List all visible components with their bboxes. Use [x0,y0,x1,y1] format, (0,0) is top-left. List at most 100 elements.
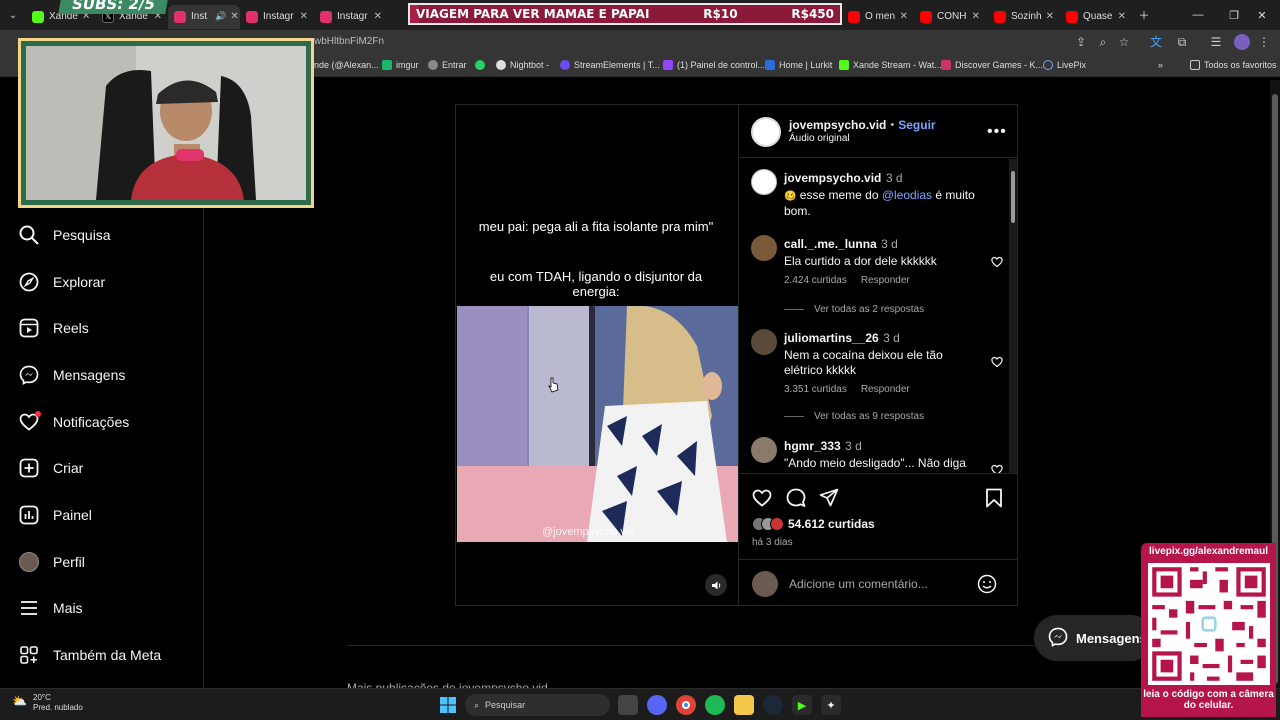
bookmark-item[interactable]: (1) Painel de control... [663,60,765,70]
speaker-icon[interactable]: 🔊 [215,11,226,22]
close-icon[interactable]: ✕ [896,11,908,22]
close-icon[interactable]: ✕ [296,11,308,22]
author-avatar[interactable] [751,117,781,147]
bookmark-item[interactable]: Entrar [428,60,467,70]
heart-icon[interactable] [991,463,1003,473]
more-options-icon[interactable]: ••• [987,123,1007,141]
close-icon[interactable]: ✕ [1042,11,1054,22]
video-frame[interactable]: @jovempsycho.vid [457,306,738,542]
bookmarks-overflow-icon[interactable]: » [1158,60,1163,70]
close-icon[interactable]: ✕ [968,11,980,22]
bookmark-item[interactable]: Nightbot - [496,60,549,70]
share-send-icon[interactable] [819,488,839,513]
reply-button[interactable]: Responder [861,384,910,395]
zoom-icon[interactable]: ⌕ [1095,34,1111,50]
new-tab-icon[interactable]: ＋ [1126,0,1162,30]
speaker-icon[interactable] [705,574,727,596]
nav-reels[interactable]: Reels [18,313,89,343]
steam-icon[interactable] [763,695,783,715]
comment-bubble-icon[interactable] [786,488,806,513]
nav-also-from-meta[interactable]: Também da Meta [18,640,161,670]
bookmark-item[interactable]: nde (@Alexan... [314,60,379,70]
bookmark-item[interactable]: StreamElements | T... [560,60,660,70]
chrome-icon[interactable] [676,695,696,715]
kick-app-icon[interactable]: ▶ [792,695,812,715]
comment-likes[interactable]: 2.424 curtidas [784,275,847,286]
reading-list-icon[interactable]: ☰ [1208,34,1224,50]
nav-notifications[interactable]: Notificações [18,407,129,437]
close-icon[interactable]: ✕ [226,11,238,22]
messages-button[interactable]: Mensagens [1034,615,1154,661]
extensions-icon[interactable]: ⧉ [1174,34,1190,50]
emoji-picker-icon[interactable] [977,574,997,599]
minimize-icon[interactable]: — [1180,0,1216,30]
weather-widget[interactable]: ⛅ 20°C Pred. nublado [12,693,83,713]
close-icon[interactable]: ✕ [370,11,382,22]
tab-instagram[interactable]: Instagr ✕ [240,5,314,29]
app-icon[interactable]: ✦ [821,695,841,715]
tab-instagram-active[interactable]: Inst 🔊 ✕ [168,4,240,29]
bookmark-item[interactable]: Home | Lurkit [765,60,832,70]
likes-count[interactable]: 54.612 curtidas [788,517,875,531]
view-replies-button[interactable]: Ver todas as 9 respostas [784,411,924,422]
reply-button[interactable]: Responder [861,275,910,286]
windows-start-icon[interactable] [438,695,458,715]
bookmark-item[interactable]: Xande Stream - Wat... [839,60,942,70]
browser-menu-icon[interactable]: ⋮ [1256,34,1272,50]
file-explorer-icon[interactable] [734,695,754,715]
likes-row[interactable]: 54.612 curtidas [752,517,875,531]
save-bookmark-icon[interactable] [985,488,1003,513]
commenter-avatar[interactable] [751,437,777,463]
comments-scrollbar[interactable] [1009,159,1017,473]
nav-messages[interactable]: Mensagens [18,360,125,390]
bookmark-item[interactable]: Todos os favoritos [1190,60,1277,70]
scrollbar-thumb[interactable] [1011,171,1015,223]
nav-search[interactable]: Pesquisa [18,220,111,250]
bookmark-label: LivePix [1057,60,1087,70]
tab-search-icon[interactable]: ⌄ [0,0,26,30]
bookmark-star-icon[interactable]: ☆ [1116,34,1132,50]
tab-instagram[interactable]: Instagr ✕ [314,5,388,29]
tab-youtube[interactable]: O men ✕ [842,5,914,29]
author-username[interactable]: jovempsycho.vid [789,118,886,132]
follow-button[interactable]: Seguir [898,118,935,132]
heart-icon[interactable] [991,255,1003,268]
mention-link[interactable]: @leodias [882,188,932,202]
bookmark-item[interactable] [475,60,489,70]
comment-username[interactable]: hgmr_333 [784,439,841,453]
tab-youtube[interactable]: CONH ✕ [914,5,986,29]
comment-username[interactable]: juliomartins__26 [784,331,879,345]
commenter-avatar[interactable] [751,329,777,355]
window-close-icon[interactable]: ✕ [1244,0,1280,30]
post-media[interactable]: meu pai: pega ali a fita isolante pra mi… [456,105,739,605]
spotify-icon[interactable] [705,695,725,715]
bookmark-item[interactable]: LivePix [1043,60,1086,70]
profile-icon[interactable] [1234,34,1250,50]
close-icon[interactable]: ✕ [1114,11,1126,22]
nav-explore[interactable]: Explorar [18,267,105,297]
nav-dashboard[interactable]: Painel [18,500,92,530]
discord-icon[interactable] [647,695,667,715]
comment-likes[interactable]: 3.351 curtidas [784,384,847,395]
url-field[interactable]: wbHltbnFiM2Fn [314,36,384,47]
task-view-icon[interactable] [618,695,638,715]
install-app-icon[interactable]: ⇪ [1073,34,1089,50]
tab-youtube[interactable]: Sozinh ✕ [988,5,1060,29]
nav-more[interactable]: Mais [18,593,83,623]
bookmark-item[interactable]: imgur [382,60,419,70]
heart-icon[interactable] [991,355,1003,368]
tab-youtube[interactable]: Quase ✕ [1060,5,1132,29]
view-replies-button[interactable]: Ver todas as 2 respostas [784,304,924,315]
nav-create[interactable]: Criar [18,453,83,483]
description-author[interactable]: jovempsycho.vid [784,171,881,185]
nav-profile[interactable]: Perfil [18,547,85,577]
commenter-avatar[interactable] [751,235,777,261]
bookmark-item[interactable]: Discover Games - K... [941,60,1043,70]
audio-label[interactable]: Áudio original [789,133,850,144]
author-avatar[interactable] [751,169,777,195]
comment-username[interactable]: call._.me._lunna [784,237,877,251]
add-comment-input[interactable]: Adicione um comentário... [789,577,928,591]
like-heart-icon[interactable] [752,488,772,513]
translate-icon[interactable]: 文 [1148,34,1164,50]
taskbar-search[interactable]: ⌕ Pesquisar [465,694,610,716]
